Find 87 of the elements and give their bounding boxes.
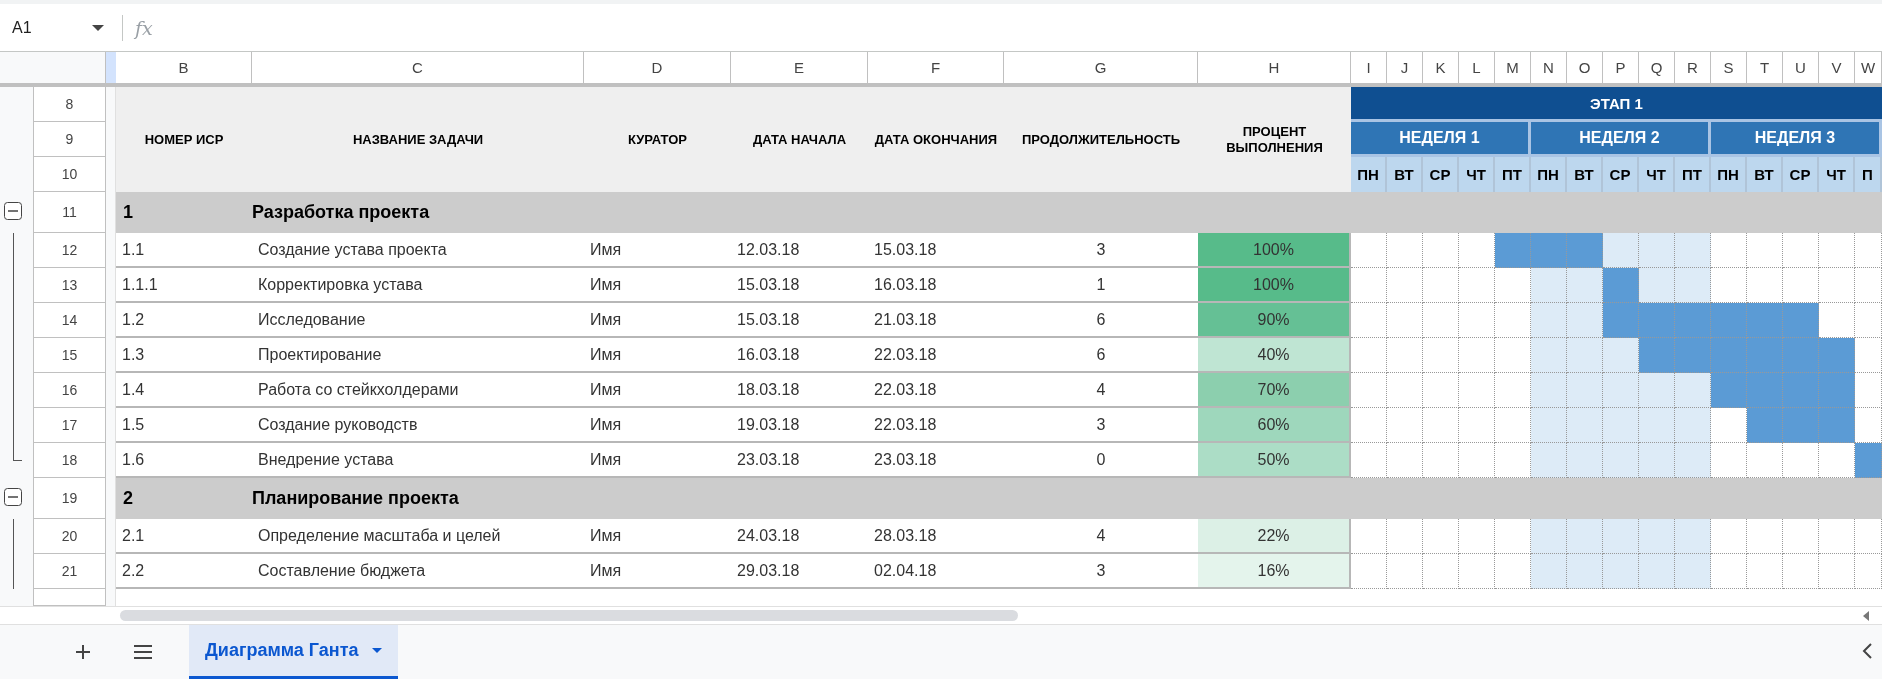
percent-complete: 100%: [1198, 233, 1351, 268]
column-heading: ДАТА НАЧАЛА: [731, 87, 868, 192]
row-header[interactable]: 17: [34, 408, 106, 443]
day-header: ПН: [1531, 157, 1567, 192]
horizontal-scrollbar-thumb[interactable]: [120, 610, 1018, 621]
column-header[interactable]: W: [1855, 52, 1882, 87]
percent-complete: 40%: [1198, 338, 1351, 373]
row-header[interactable]: 15: [34, 338, 106, 373]
column-heading: ПРОДОЛЖИТЕЛЬНОСТЬ: [1004, 87, 1198, 192]
row-header[interactable]: 11: [34, 192, 106, 233]
column-header[interactable]: G: [1004, 52, 1198, 87]
column-heading: НАЗВАНИЕ ЗАДАЧИ: [252, 87, 584, 192]
phase-header: ЭТАП 1: [1351, 87, 1882, 122]
collapse-group-button[interactable]: [4, 488, 22, 506]
week-header: НЕДЕЛЯ 2: [1531, 122, 1711, 157]
column-header[interactable]: N: [1531, 52, 1567, 87]
column-header[interactable]: T: [1747, 52, 1783, 87]
column-header[interactable]: E: [731, 52, 868, 87]
day-header: ЧТ: [1819, 157, 1855, 192]
column-header[interactable]: V: [1819, 52, 1855, 87]
menu-icon[interactable]: [134, 645, 152, 659]
column-header[interactable]: O: [1567, 52, 1603, 87]
column-heading: ПРОЦЕНТ ВЫПОЛНЕНИЯ: [1198, 87, 1351, 192]
day-header: ПТ: [1495, 157, 1531, 192]
day-header: СР: [1603, 157, 1639, 192]
formula-icon: fx: [135, 16, 153, 39]
column-header[interactable]: F: [868, 52, 1004, 87]
week-header: НЕДЕЛЯ 1: [1351, 122, 1531, 157]
row-header[interactable]: 10: [34, 157, 106, 192]
row-header[interactable]: 9: [34, 122, 106, 157]
column-header[interactable]: J: [1387, 52, 1423, 87]
row-header[interactable]: 21: [34, 554, 106, 589]
column-heading: КУРАТОР: [584, 87, 731, 192]
column-heading: НОМЕР ИСР: [116, 87, 252, 192]
week-header: НЕДЕЛЯ 3: [1711, 122, 1882, 157]
percent-complete: 100%: [1198, 268, 1351, 303]
percent-complete: 60%: [1198, 408, 1351, 443]
row-header[interactable]: 19: [34, 478, 106, 519]
column-heading: ДАТА ОКОНЧАНИЯ: [868, 87, 1004, 192]
column-header[interactable]: D: [584, 52, 731, 87]
column-header[interactable]: H: [1198, 52, 1351, 87]
day-header: СР: [1423, 157, 1459, 192]
group-title: Разработка проекта: [252, 202, 430, 223]
column-header[interactable]: C: [252, 52, 584, 87]
column-header[interactable]: L: [1459, 52, 1495, 87]
row-header[interactable]: 20: [34, 519, 106, 554]
percent-complete: 70%: [1198, 373, 1351, 408]
column-header[interactable]: M: [1495, 52, 1531, 87]
row-header[interactable]: 12: [34, 233, 106, 268]
percent-complete: 22%: [1198, 519, 1351, 554]
column-header[interactable]: K: [1423, 52, 1459, 87]
day-header: ЧТ: [1459, 157, 1495, 192]
column-header[interactable]: P: [1603, 52, 1639, 87]
day-header: ВТ: [1387, 157, 1423, 192]
column-header[interactable]: S: [1711, 52, 1747, 87]
percent-complete: 90%: [1198, 303, 1351, 338]
collapse-group-button[interactable]: [4, 202, 22, 220]
group-number: 2: [122, 488, 134, 509]
percent-complete: 50%: [1198, 443, 1351, 478]
name-box[interactable]: A1: [0, 18, 92, 37]
day-header: ПТ: [1675, 157, 1711, 192]
day-header: ПН: [1711, 157, 1747, 192]
day-header: ПН: [1351, 157, 1387, 192]
dropdown-caret-icon[interactable]: [92, 24, 104, 31]
row-header[interactable]: 14: [34, 303, 106, 338]
caret-icon[interactable]: [372, 648, 383, 653]
day-header: ВТ: [1747, 157, 1783, 192]
row-header[interactable]: 8: [34, 87, 106, 122]
day-header: ВТ: [1567, 157, 1603, 192]
column-header[interactable]: R: [1675, 52, 1711, 87]
row-header[interactable]: 18: [34, 443, 106, 478]
day-header: П: [1855, 157, 1882, 192]
column-header[interactable]: U: [1783, 52, 1819, 87]
day-header: ЧТ: [1639, 157, 1675, 192]
percent-complete: 16%: [1198, 554, 1351, 589]
scroll-left-icon[interactable]: [1862, 611, 1870, 621]
sheet-tab[interactable]: Диаграмма Ганта: [189, 625, 399, 679]
column-header[interactable]: I: [1351, 52, 1387, 87]
column-header[interactable]: Q: [1639, 52, 1675, 87]
column-header[interactable]: B: [116, 52, 252, 87]
row-header[interactable]: 13: [34, 268, 106, 303]
chevron-left-icon[interactable]: [1862, 643, 1872, 659]
group-title: Планирование проекта: [252, 488, 459, 509]
day-header: СР: [1783, 157, 1819, 192]
row-header[interactable]: 16: [34, 373, 106, 408]
plus-icon[interactable]: [76, 645, 90, 659]
group-number: 1: [122, 202, 134, 223]
